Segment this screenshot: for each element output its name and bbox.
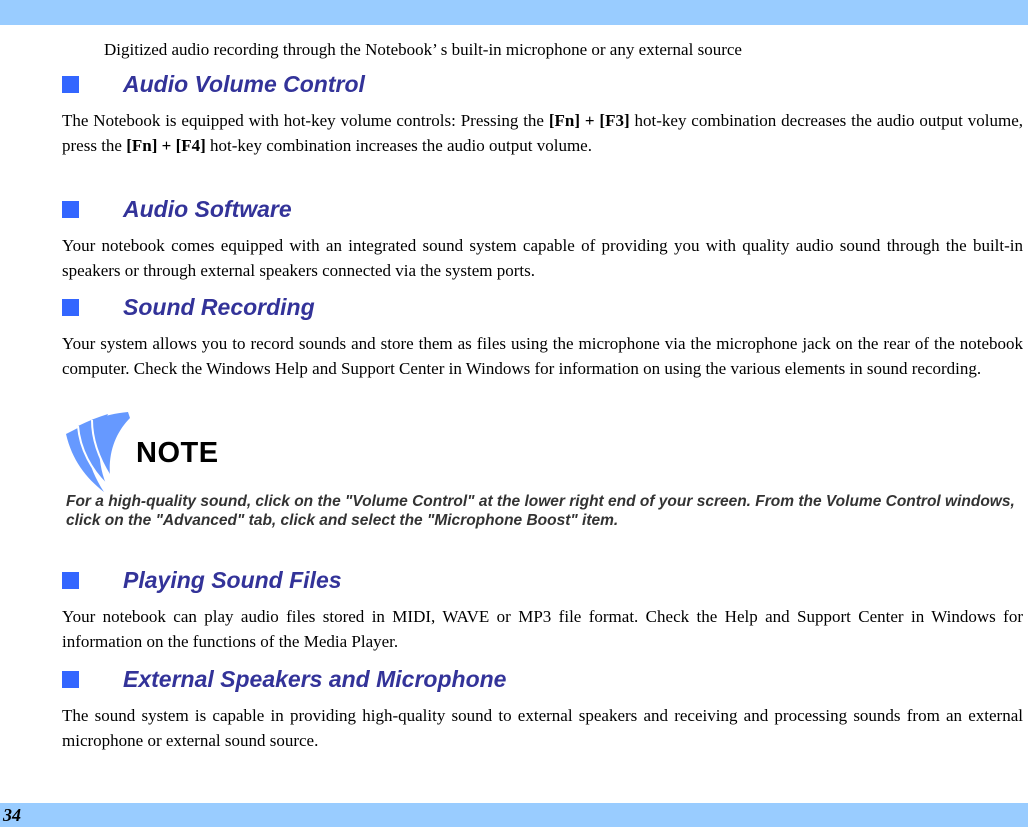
intro-bullet-text: Digitized audio recording through the No…: [104, 40, 742, 59]
paragraph-audio-software: Your notebook comes equipped with an int…: [62, 236, 1023, 280]
top-header-band: [0, 0, 1028, 25]
intro-bullet: Digitized audio recording through the No…: [62, 40, 1012, 64]
square-bullet-icon: [62, 201, 79, 218]
heading-text: Playing Sound Files: [123, 567, 342, 593]
bottom-footer-band: 34: [0, 803, 1028, 827]
note-text: For a high-quality sound, click on the "…: [66, 493, 1015, 529]
square-bullet-icon: [62, 299, 79, 316]
text-run: The Notebook is equipped with hot-key vo…: [62, 111, 549, 130]
heading-text: Sound Recording: [123, 294, 315, 320]
note-pages-icon: [66, 412, 130, 492]
heading-text: Audio Software: [123, 196, 292, 222]
hotkey-increase: [Fn] + [F4]: [126, 136, 206, 155]
paragraph-audio-volume-control: The Notebook is equipped with hot-key vo…: [62, 108, 1023, 158]
paragraph-sound-recording: Your system allows you to record sounds …: [62, 334, 1023, 378]
square-bullet-icon: [62, 572, 79, 589]
heading-text: Audio Volume Control: [123, 71, 365, 97]
page-number: 34: [3, 805, 21, 825]
paragraph-playing-sound-files: Your notebook can play audio files store…: [62, 607, 1023, 651]
text-run: hot-key combination increases the audio …: [205, 136, 592, 155]
square-bullet-icon: [62, 671, 79, 688]
square-bullet-icon: [62, 76, 79, 93]
heading-text: External Speakers and Microphone: [123, 666, 507, 692]
hotkey-decrease: [Fn] + [F3]: [548, 111, 630, 130]
note-label: NOTE: [136, 437, 219, 469]
paragraph-external-speakers: The sound system is capable in providing…: [62, 706, 1023, 750]
